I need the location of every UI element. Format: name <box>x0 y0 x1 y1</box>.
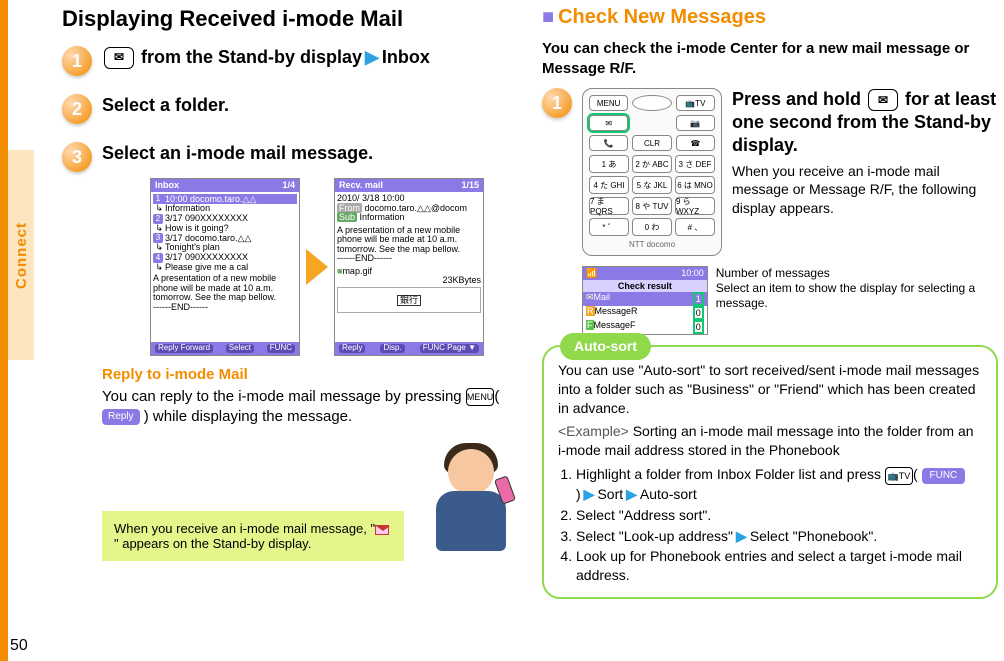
step-1: 1 ✉ from the Stand-by display▶Inbox <box>62 46 532 76</box>
func-softkey: FUNC <box>922 468 966 484</box>
auto-sort-intro: You can use "Auto-sort" to sort received… <box>558 361 982 418</box>
section-heading: ■Check New Messages <box>542 6 998 29</box>
check-result-caption: Number of messages Select an item to sho… <box>716 266 998 335</box>
square-bullet-icon: ■ <box>542 6 554 28</box>
reply-heading: Reply to i-mode Mail <box>102 366 532 383</box>
left-column: Displaying Received i-mode Mail 1 ✉ from… <box>62 0 532 655</box>
mail-key-icon: ✉ <box>104 47 134 69</box>
check-result-screenshot: 📶10:00 Check result ✉Mail1 RMessageR0 FM… <box>582 266 708 335</box>
step-1-text: ✉ from the Stand-by display▶Inbox <box>102 46 430 69</box>
page-title: Displaying Received i-mode Mail <box>62 6 532 32</box>
right-step-1-text: Press and hold ✉ for at least one second… <box>732 88 998 256</box>
screenshots-row: Inbox1/4 110:00 docomo.taro.△△ ↳Informat… <box>102 178 532 356</box>
arrow-right-icon <box>306 249 328 285</box>
kp-call: 📞 <box>589 135 628 151</box>
kp-menu: MENU <box>589 95 628 111</box>
step-2-text: Select a folder. <box>102 94 229 117</box>
auto-sort-tag: Auto-sort <box>560 333 651 360</box>
step-2: 2 Select a folder. <box>62 94 532 124</box>
tv-key-icon: 📺TV <box>885 467 913 485</box>
auto-sort-example: <Example> Sorting an i-mode mail message… <box>558 422 982 460</box>
kp-mail-highlight: ✉ <box>589 115 628 131</box>
keypad-brand: NTT docomo <box>589 240 715 249</box>
arrow-icon: ▶ <box>365 47 379 67</box>
reply-softkey: Reply <box>102 409 140 425</box>
auto-sort-step-2: Select "Address sort". <box>576 506 982 525</box>
step-number-1: 1 <box>62 46 92 76</box>
arrow-icon: ▶ <box>626 486 637 502</box>
right-step-number-1: 1 <box>542 88 572 118</box>
auto-sort-box: Auto-sort You can use "Auto-sort" to sor… <box>542 345 998 599</box>
kp-end: ☎ <box>676 135 715 151</box>
auto-sort-step-3: Select "Look-up address"▶Select "Phonebo… <box>576 527 982 546</box>
mail-detail-screenshot: Recv. mail1/15 2010/ 3/18 10:00 From doc… <box>334 178 484 356</box>
section-tab-label: Connect <box>13 222 30 289</box>
section-intro: You can check the i-mode Center for a ne… <box>542 39 998 78</box>
step-3: 3 Select an i-mode mail message. <box>62 142 532 172</box>
inbox-screenshot: Inbox1/4 110:00 docomo.taro.△△ ↳Informat… <box>150 178 300 356</box>
auto-sort-step-1: Highlight a folder from Inbox Folder lis… <box>576 465 982 503</box>
mail-key-icon: ✉ <box>868 89 898 111</box>
step-number-3: 3 <box>62 142 92 172</box>
tip-balloon: When you receive an i-mode mail message,… <box>102 511 404 561</box>
kp-camera: 📷 <box>676 115 715 131</box>
right-step-1: 1 MENU 📺TV ✉ 📷 📞 CLR ☎ 1 あ <box>542 88 998 256</box>
check-result-row: 📶10:00 Check result ✉Mail1 RMessageR0 FM… <box>582 266 998 335</box>
arrow-icon: ▶ <box>584 486 595 502</box>
page-number: 50 <box>10 637 28 655</box>
menu-key-icon: MENU <box>466 388 495 406</box>
mail-notif-icon <box>375 525 389 535</box>
section-tab: Connect <box>8 150 34 360</box>
tip-row: When you receive an i-mode mail message,… <box>102 441 532 561</box>
step-number-2: 2 <box>62 94 92 124</box>
kp-dpad <box>632 95 671 111</box>
reply-paragraph: You can reply to the i-mode mail message… <box>102 387 532 428</box>
step-3-text: Select an i-mode mail message. <box>102 142 373 165</box>
auto-sort-steps: Highlight a folder from Inbox Folder lis… <box>576 465 982 585</box>
right-column: ■Check New Messages You can check the i-… <box>542 0 998 655</box>
left-margin: Connect 50 <box>0 0 62 661</box>
kp-tv: 📺TV <box>676 95 715 111</box>
edge-strip <box>0 0 8 661</box>
phone-keypad-illustration: MENU 📺TV ✉ 📷 📞 CLR ☎ 1 あ 2 か ABC 3 さ DEF <box>582 88 722 256</box>
person-illustration <box>412 441 532 561</box>
auto-sort-step-4: Look up for Phonebook entries and select… <box>576 547 982 585</box>
arrow-icon: ▶ <box>736 528 747 544</box>
kp-clr: CLR <box>632 135 671 151</box>
